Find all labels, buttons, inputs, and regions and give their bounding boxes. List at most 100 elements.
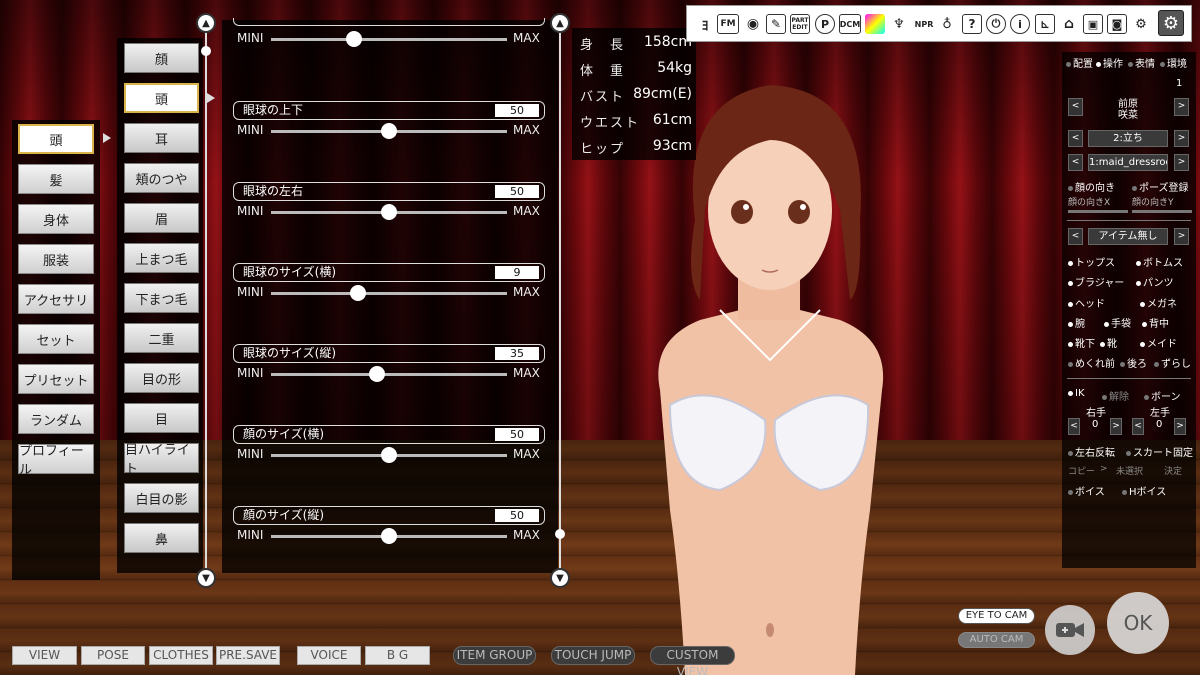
right-panel-tab[interactable]: 表情 — [1128, 55, 1155, 70]
right-panel-tab[interactable]: 環境 — [1160, 55, 1187, 70]
subcategory-scrollbar[interactable] — [205, 28, 207, 578]
category-button[interactable]: ランダム — [18, 404, 94, 434]
chart-icon[interactable]: ⊾ — [1035, 14, 1055, 34]
slider-thumb[interactable] — [381, 447, 397, 463]
video-camera-button[interactable] — [1045, 605, 1095, 655]
clothing-toggle[interactable]: メイド — [1140, 335, 1177, 350]
settings-icon[interactable]: ⚙ — [1158, 10, 1184, 36]
ik-toggle[interactable]: IK — [1068, 388, 1085, 399]
slider-value-input[interactable]: 9 — [495, 266, 539, 279]
slider-thumb[interactable] — [381, 123, 397, 139]
clothing-toggle[interactable]: ずらし — [1154, 355, 1191, 370]
item-prev-button[interactable]: < — [1068, 228, 1083, 245]
subcategory-button[interactable]: 耳 — [124, 123, 199, 153]
tab-view[interactable]: VIEW — [12, 646, 77, 665]
left-hand-next-button[interactable]: > — [1174, 418, 1186, 435]
category-button[interactable]: 頭 — [18, 124, 94, 154]
clothing-toggle[interactable]: 腕 — [1068, 315, 1085, 330]
category-button[interactable]: プロフィール — [18, 444, 94, 478]
npr-icon[interactable]: NPR — [913, 14, 935, 34]
category-button[interactable]: セット — [18, 324, 94, 354]
category-button[interactable]: 髪 — [18, 164, 94, 194]
clothing-toggle[interactable]: 後ろ — [1120, 355, 1147, 370]
subcategory-button[interactable]: 白目の影 — [124, 483, 199, 513]
pose-select[interactable]: 2:立ち — [1088, 130, 1168, 147]
face-x-slider[interactable] — [1068, 210, 1128, 213]
slider-scroll-up-icon[interactable]: ▲ — [550, 13, 570, 33]
slider-track[interactable] — [271, 292, 507, 295]
right-panel-tab[interactable]: 操作 — [1096, 55, 1123, 70]
clothing-toggle[interactable]: 手袋 — [1104, 315, 1131, 330]
slider-thumb[interactable] — [369, 366, 386, 382]
bg-select[interactable]: 1:maid_dressroo — [1088, 154, 1168, 171]
clothing-toggle[interactable]: 靴下 — [1068, 335, 1095, 350]
pose-prev-button[interactable]: < — [1068, 130, 1083, 147]
yotogi-icon[interactable]: ﾖ — [695, 14, 715, 34]
color-icon[interactable] — [865, 14, 885, 34]
basket-icon[interactable]: ⌂ — [1059, 14, 1079, 34]
tab-custom-view[interactable]: CUSTOM VIEW — [650, 646, 735, 675]
subcategory-button[interactable]: 上まつ毛 — [124, 243, 199, 273]
tab-clothes[interactable]: CLOTHES — [149, 646, 213, 665]
face-direction-toggle[interactable]: 顔の向き — [1068, 179, 1115, 194]
subcategory-button[interactable]: 下まつ毛 — [124, 283, 199, 313]
subcategory-button[interactable]: 鼻 — [124, 523, 199, 553]
maid-next-button[interactable]: > — [1174, 98, 1189, 116]
copy-button[interactable]: コピー — [1068, 464, 1095, 477]
slider-thumb[interactable] — [345, 31, 362, 47]
subcategory-button[interactable]: 目ハイライト — [124, 443, 199, 477]
slider-thumb[interactable] — [381, 204, 397, 220]
subcategory-scroll-up-icon[interactable]: ▲ — [196, 13, 216, 33]
save-icon[interactable]: ▣ — [1083, 14, 1103, 34]
category-button[interactable]: プリセット — [18, 364, 94, 394]
eye-icon[interactable]: ◉ — [743, 14, 763, 34]
dcm-icon[interactable]: DCM — [839, 14, 861, 34]
subcategory-button[interactable]: 頬のつや — [124, 163, 199, 193]
slider-thumb[interactable] — [350, 285, 367, 301]
eye-to-cam-button[interactable]: EYE TO CAM — [958, 608, 1035, 624]
part-edit-icon[interactable]: PART EDIT — [790, 14, 810, 34]
slider-value-input[interactable]: 50 — [495, 104, 539, 117]
tab-voice[interactable]: VOICE — [297, 646, 361, 665]
auto-cam-button[interactable]: AUTO CAM — [958, 632, 1035, 648]
slider-scroll-down-icon[interactable]: ▼ — [550, 568, 570, 588]
subcategory-scroll-thumb[interactable] — [201, 46, 211, 56]
slider-track[interactable] — [271, 373, 507, 376]
pose-next-button[interactable]: > — [1174, 130, 1189, 147]
category-button[interactable]: アクセサリ — [18, 284, 94, 314]
wrench-icon[interactable]: ✎ — [766, 14, 786, 34]
help-icon[interactable]: ? — [962, 14, 982, 34]
tab-touch-jump[interactable]: TOUCH JUMP — [551, 646, 635, 665]
right-panel-tab[interactable]: 配置 — [1066, 55, 1093, 70]
maid-prev-button[interactable]: < — [1068, 98, 1083, 116]
subcategory-scroll-down-icon[interactable]: ▼ — [196, 568, 216, 588]
voice-toggle[interactable]: ボイス — [1068, 483, 1105, 498]
clothing-toggle[interactable]: 背中 — [1142, 315, 1169, 330]
slider-thumb[interactable] — [381, 528, 397, 544]
tab-bg[interactable]: B G — [365, 646, 430, 665]
item-next-button[interactable]: > — [1174, 228, 1189, 245]
bg-prev-button[interactable]: < — [1068, 154, 1083, 171]
bg-next-button[interactable]: > — [1174, 154, 1189, 171]
gears-icon[interactable]: ⚙ — [1131, 14, 1151, 34]
decide-button[interactable]: 決定 — [1164, 464, 1182, 477]
clothing-toggle[interactable]: 靴 — [1100, 335, 1117, 350]
mirror-toggle[interactable]: 左右反転 — [1068, 444, 1115, 459]
pin-icon[interactable]: ♁ — [937, 14, 957, 34]
slider-track[interactable] — [271, 38, 507, 41]
slider-scrollbar[interactable] — [559, 28, 561, 578]
tab-presave[interactable]: PRE.SAVE — [216, 646, 280, 665]
fm-icon[interactable]: FM — [717, 14, 739, 34]
trophy-icon[interactable]: ♆ — [889, 14, 909, 34]
slider-value-input[interactable]: 50 — [495, 509, 539, 522]
subcategory-button[interactable]: 目の形 — [124, 363, 199, 393]
p-icon[interactable]: P — [815, 14, 835, 34]
subcategory-button[interactable]: 頭 — [124, 83, 199, 113]
clothing-toggle[interactable]: ブラジャー — [1068, 274, 1124, 289]
right-hand-prev-button[interactable]: < — [1068, 418, 1080, 435]
slider-value-input[interactable]: 50 — [495, 428, 539, 441]
camera-icon[interactable]: ◙ — [1107, 14, 1127, 34]
power-icon[interactable]: ⏻ — [986, 14, 1006, 34]
subcategory-button[interactable]: 眉 — [124, 203, 199, 233]
slider-value-input[interactable]: 50 — [495, 185, 539, 198]
